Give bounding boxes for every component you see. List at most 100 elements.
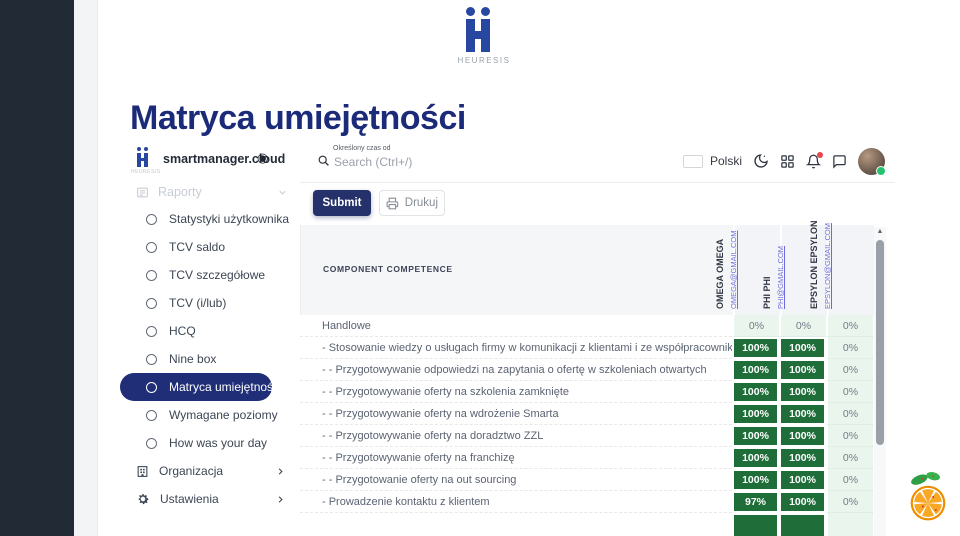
- sidebar-item[interactable]: Matryca umiejętności: [120, 373, 272, 401]
- language-label[interactable]: Polski: [710, 154, 742, 168]
- score-cell: 0%: [826, 513, 873, 536]
- person-name: OMEGA OMEGA: [713, 225, 728, 309]
- radio-circle-icon: [146, 382, 157, 393]
- score-cell: 0%: [826, 359, 873, 381]
- sidebar-item[interactable]: Wymagane poziomy: [120, 401, 296, 429]
- sidebar-item-ustawienia[interactable]: Ustawienia: [120, 487, 296, 511]
- logo-crossbar: [466, 31, 490, 39]
- chevron-right-icon: [275, 494, 286, 505]
- score-cell: 100%: [732, 513, 779, 536]
- sidebar-item[interactable]: TCV saldo: [120, 233, 296, 261]
- flag-icon[interactable]: [683, 155, 703, 168]
- sidebar-item-label: Statystyki użytkownika: [169, 212, 289, 226]
- logo-dot: [481, 7, 490, 16]
- sidebar-items: Statystyki użytkownika TCV saldo TCV szcze…: [120, 205, 296, 457]
- competence-label: - - Przygotowywanie oferty na szkolenia …: [300, 381, 732, 403]
- table-row: - Prowadzenie kontaktu z klientem97%100%…: [300, 491, 873, 513]
- bell-icon[interactable]: [806, 154, 821, 169]
- moon-icon[interactable]: [753, 153, 769, 169]
- chat-icon[interactable]: [832, 154, 847, 169]
- score-cell: 100%: [779, 491, 826, 513]
- table-row: - - Przygotowywanie odpowiedzi na zapyta…: [300, 359, 873, 381]
- sidebar-item-label: TCV (i/lub): [169, 296, 226, 310]
- left-accent-strip: [74, 0, 98, 536]
- radio-circle-icon: [146, 298, 157, 309]
- score-cell: 100%: [779, 469, 826, 491]
- component-competence-header: COMPONENT COMPETENCE: [323, 264, 453, 274]
- print-button[interactable]: Drukuj: [379, 190, 445, 216]
- competence-label: - - Przygotowanie oferty na out sourcing: [300, 469, 732, 491]
- radio-circle-icon: [146, 326, 157, 337]
- avatar[interactable]: [858, 148, 885, 175]
- search-icon: [317, 154, 330, 167]
- score-cell: 100%: [779, 403, 826, 425]
- score-cell: 100%: [732, 359, 779, 381]
- sidebar-item[interactable]: Nine box: [120, 345, 296, 373]
- sidebar-item-label: HCQ: [169, 324, 196, 338]
- table-row: - Stosowanie wiedzy o usługach firmy w k…: [300, 337, 873, 359]
- person-name: PHI PHI: [760, 225, 775, 309]
- score-cell: 0%: [826, 491, 873, 513]
- score-cell: 0%: [826, 381, 873, 403]
- radio-circle-icon: [146, 270, 157, 281]
- competence-label: - - Przygotowywanie oferty na doradztwo …: [300, 425, 732, 447]
- person-email-link[interactable]: EPSYLON@GMAIL.COM: [822, 225, 834, 309]
- people-columns: OMEGA OMEGAOMEGA@GMAIL.COMPHI PHIPHI@GMA…: [733, 225, 874, 315]
- sidebar-item-label: Matryca umiejętności: [169, 380, 282, 394]
- record-icon[interactable]: ◉: [257, 150, 268, 166]
- date-from-label: Określony czas od: [333, 145, 391, 152]
- score-cell: 0%: [779, 315, 826, 337]
- table-row: - - Przygotowywanie oferty na wdrożenie …: [300, 403, 873, 425]
- scroll-up-icon[interactable]: ▲: [874, 228, 886, 235]
- sidebar-item[interactable]: TCV szczegółowe: [120, 261, 296, 289]
- score-cell: 0%: [826, 315, 873, 337]
- sidebar-section-label: Raporty: [158, 185, 202, 199]
- score-cell: 100%: [732, 403, 779, 425]
- table-row: - - Przygotowywanie oferty na franchizę1…: [300, 447, 873, 469]
- logo-dot: [466, 7, 475, 16]
- grid-icon[interactable]: [780, 154, 795, 169]
- heuresis-mini-caption: HEURESIS: [131, 169, 159, 175]
- slide-canvas: HEURESIS Matryca umiejętności HEURESIS s…: [0, 0, 960, 536]
- printer-icon: [386, 197, 399, 210]
- left-accent-bar: [0, 0, 74, 536]
- score-cell: 100%: [732, 381, 779, 403]
- score-cell: 100%: [779, 381, 826, 403]
- table-scrollbar[interactable]: ▲: [874, 227, 886, 536]
- competence-label: - - Przygotowywanie odpowiedzi na zapyta…: [300, 359, 732, 381]
- score-cell: 97%: [732, 491, 779, 513]
- score-cell: 100%: [732, 425, 779, 447]
- score-cell: 100%: [779, 513, 826, 536]
- person-name: EPSYLON EPSYLON: [807, 225, 822, 309]
- competence-label: - Prowadzenie kontaktu z klientem: [300, 491, 732, 513]
- submit-button[interactable]: Submit: [313, 190, 371, 216]
- table-row: Handlowe0%0%0%: [300, 315, 873, 337]
- person-email-link[interactable]: OMEGA@GMAIL.COM: [728, 225, 740, 309]
- status-dot: [876, 166, 886, 176]
- score-cell: 100%: [732, 447, 779, 469]
- chevron-down-icon: [277, 187, 288, 198]
- score-cell: 100%: [779, 359, 826, 381]
- score-cell: 100%: [779, 425, 826, 447]
- sidebar-item-label: How was your day: [169, 436, 267, 450]
- chevron-right-icon: [275, 466, 286, 477]
- sidebar-item-label: TCV saldo: [169, 240, 225, 254]
- sidebar-section-raporty[interactable]: Raporty: [136, 182, 288, 202]
- score-cell: 0%: [826, 469, 873, 491]
- sidebar-item[interactable]: TCV (i/lub): [120, 289, 296, 317]
- sidebar-item-organizacja[interactable]: Organizacja: [120, 459, 296, 483]
- scrollbar-thumb[interactable]: [876, 240, 884, 445]
- table-header: COMPONENT COMPETENCE OMEGA OMEGAOMEGA@GM…: [300, 225, 874, 315]
- heuresis-logo-text: HEURESIS: [452, 56, 516, 65]
- table-row: 100%100%0%: [300, 513, 873, 536]
- sidebar-item[interactable]: Statystyki użytkownika: [120, 205, 296, 233]
- score-cell: 100%: [779, 447, 826, 469]
- sidebar-item-label: Organizacja: [159, 464, 223, 478]
- search-input[interactable]: [332, 154, 556, 170]
- sidebar-item-label: TCV szczegółowe: [169, 268, 265, 282]
- sidebar-item[interactable]: HCQ: [120, 317, 296, 345]
- person-email-link[interactable]: PHI@GMAIL.COM: [775, 225, 787, 309]
- sidebar-item[interactable]: How was your day: [120, 429, 296, 457]
- score-cell: 0%: [826, 425, 873, 447]
- building-icon: [136, 465, 149, 478]
